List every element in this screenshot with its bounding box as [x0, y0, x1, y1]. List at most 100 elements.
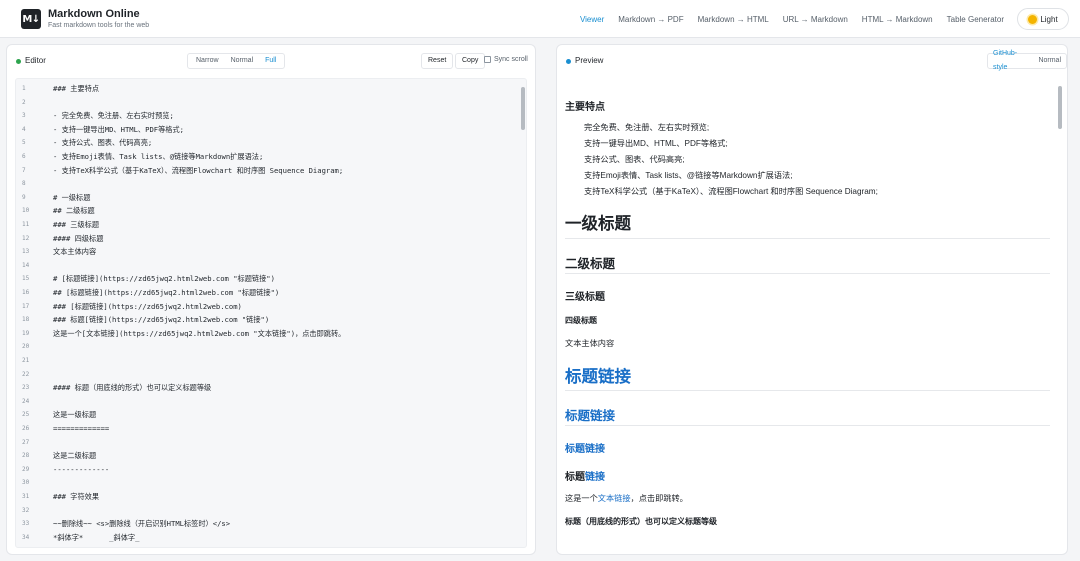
markdown-editor[interactable]: 1 2 3 4 5 6 7 8 9 10 11 12 13 14 15 16 17 18 19 20 21 22 23 24 2…: [15, 78, 527, 548]
line-number: 30: [22, 479, 30, 487]
list-item: 完全免费、免注册、左右实时预览;: [584, 123, 710, 132]
line-number: 14: [22, 261, 30, 269]
code-line[interactable]: ### 标题[链接](https://zd65jwq2.html2web.com…: [53, 315, 269, 325]
style-mode-normal[interactable]: Normal: [1034, 54, 1064, 68]
code-line[interactable]: ## 二级标题: [53, 206, 95, 216]
line-number: 7: [22, 166, 26, 174]
line-number: 28: [22, 452, 30, 460]
code-line[interactable]: # [标题链接](https://zd65jwq2.html2web.com "…: [53, 274, 275, 284]
line-number: 20: [22, 343, 30, 351]
line-number: 13: [22, 248, 30, 256]
line-number: 5: [22, 139, 26, 147]
editor-scrollbar[interactable]: [521, 87, 525, 130]
code-line[interactable]: 这是二级标题: [53, 451, 96, 461]
code-line[interactable]: #### 标题（用底线的形式）也可以定义标题等级: [53, 383, 211, 393]
code-line[interactable]: 文本主体内容: [53, 247, 96, 257]
sun-icon: [1028, 14, 1038, 24]
rendered-preview: 主要特点 完全免费、免注册、左右实时预览; 支持一键导出MD、HTML、PDF等…: [559, 78, 1065, 548]
line-number: 32: [22, 506, 30, 514]
preview-h3: 三级标题: [565, 292, 605, 303]
width-mode-switch: Narrow Normal Full: [187, 53, 286, 69]
list-item: 支持Emoji表情、Task lists、@链接等Markdown扩展语法;: [584, 171, 793, 180]
line-number: 6: [22, 153, 26, 160]
list-item: 支持公式、图表、代码高亮;: [584, 155, 685, 164]
code-line[interactable]: ### [标题链接](https://zd65jwq2.html2web.com…: [53, 302, 242, 312]
line-number: 31: [22, 493, 30, 500]
editor-title: Editor: [25, 56, 46, 65]
code-line[interactable]: 这是一个[文本链接](https://zd65jwq2.html2web.com…: [53, 329, 345, 339]
h2-divider: [565, 273, 1050, 274]
nav-url-to-markdown[interactable]: URL → Markdown: [783, 15, 848, 24]
preview-link-h1[interactable]: 标题链接: [565, 363, 631, 387]
nav-markdown-to-html[interactable]: Markdown → HTML: [698, 15, 769, 24]
sync-scroll-checkbox[interactable]: [484, 56, 491, 63]
width-mode-normal[interactable]: Normal: [225, 54, 260, 68]
code-line[interactable]: =============: [53, 424, 109, 433]
line-number: 18: [22, 316, 30, 324]
nav-markdown-to-pdf[interactable]: Markdown → PDF: [618, 15, 683, 24]
nav-html-to-markdown[interactable]: HTML → Markdown: [862, 15, 933, 24]
code-line[interactable]: #### 四级标题: [53, 234, 103, 244]
code-line[interactable]: - 完全免费、免注册、左右实时预览;: [53, 111, 174, 121]
code-line[interactable]: - 支持一键导出MD、HTML、PDF等格式;: [53, 125, 184, 135]
mixed-h3-prefix: 标题: [565, 472, 585, 483]
preview-status-dot-icon: [566, 59, 571, 64]
code-line[interactable]: ## [标题链接](https://zd65jwq2.html2web.com …: [53, 288, 279, 298]
line-number: 22: [22, 370, 30, 378]
editor-panel: Editor Narrow Normal Full Reset Copy Syn…: [6, 44, 536, 555]
features-heading: 主要特点: [565, 102, 605, 113]
style-mode-github[interactable]: GitHub-style: [990, 47, 1034, 75]
preview-panel: Preview GitHub-style Normal 主要特点 完全免费、免注…: [556, 44, 1068, 555]
code-line[interactable]: ### 三级标题: [53, 220, 99, 230]
line-number: 19: [22, 329, 30, 337]
app-title[interactable]: Markdown Online: [48, 8, 140, 20]
code-line[interactable]: ~~删除线~~ <s>删除线（开启识别HTML标签时）</s>: [53, 519, 230, 529]
code-line[interactable]: 这是一级标题: [53, 410, 96, 420]
sync-scroll-toggle[interactable]: Sync scroll: [484, 56, 528, 63]
code-line[interactable]: - 支持Emoji表情、Task lists、@链接等Markdown扩展语法;: [53, 152, 263, 162]
link-h2-divider: [565, 425, 1050, 426]
code-line[interactable]: - 支持公式、图表、代码高亮;: [53, 138, 152, 148]
line-number: 11: [22, 221, 30, 228]
preview-style-switch: GitHub-style Normal: [987, 50, 1067, 71]
line-number: 2: [22, 98, 26, 106]
preview-text-link-paragraph: 这是一个文本链接，点击即跳转。: [565, 492, 688, 504]
reset-button[interactable]: Reset: [421, 53, 454, 69]
text-link-suffix: ，点击即跳转。: [630, 494, 688, 503]
text-link[interactable]: 文本链接: [598, 494, 631, 503]
line-number: 12: [22, 234, 30, 242]
line-number: 8: [22, 180, 26, 188]
code-line[interactable]: -------------: [53, 465, 109, 474]
preview-link-h3[interactable]: 标题链接: [565, 440, 605, 455]
width-mode-full[interactable]: Full: [259, 54, 282, 68]
line-number: 21: [22, 357, 30, 364]
markdown-logo-icon[interactable]: M↓: [21, 9, 41, 29]
editor-status-dot-icon: [16, 59, 21, 64]
width-mode-narrow[interactable]: Narrow: [190, 54, 225, 68]
theme-toggle-button[interactable]: Light: [1017, 8, 1069, 30]
line-number-gutter: 1 2 3 4 5 6 7 8 9 10 11 12 13 14 15 16 17 18 19 20 21 22 23 24 2…: [16, 79, 46, 547]
line-number: 29: [22, 465, 30, 473]
app-header: M↓ Markdown Online Fast markdown tools f…: [0, 0, 1080, 38]
line-number: 26: [22, 425, 30, 432]
line-number: 17: [22, 302, 30, 310]
copy-button[interactable]: Copy: [455, 53, 486, 69]
code-line[interactable]: ### 字符效果: [53, 492, 99, 502]
line-number: 33: [22, 520, 30, 528]
line-number: 27: [22, 438, 30, 446]
preview-title: Preview: [575, 56, 604, 65]
nav-viewer[interactable]: Viewer: [580, 15, 604, 24]
preview-link-h2[interactable]: 标题链接: [565, 405, 615, 424]
line-number: 10: [22, 207, 30, 215]
preview-scrollbar[interactable]: [1058, 86, 1062, 129]
nav-table-generator[interactable]: Table Generator: [947, 15, 1004, 24]
code-line[interactable]: ### 主要特点: [53, 84, 99, 94]
mixed-h3-link[interactable]: 链接: [585, 472, 605, 483]
code-line[interactable]: - 支持TeX科学公式（基于KaTeX）、流程图Flowchart 和时序图 S…: [53, 166, 343, 176]
code-line[interactable]: # 一级标题: [53, 193, 90, 203]
theme-label: Light: [1040, 14, 1058, 24]
preview-h1: 一级标题: [565, 215, 631, 233]
code-line[interactable]: *斜体字* _斜体字_: [53, 533, 139, 543]
line-number: 23: [22, 384, 30, 392]
line-number: 9: [22, 193, 26, 201]
